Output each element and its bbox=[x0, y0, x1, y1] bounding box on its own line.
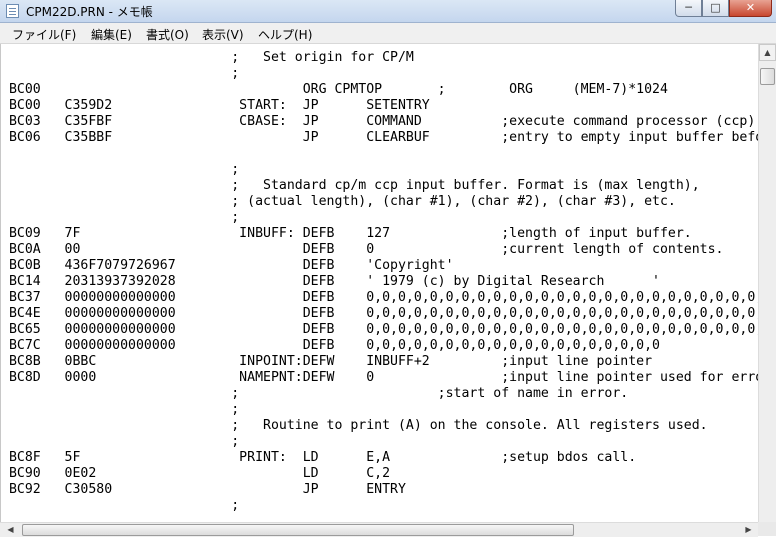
text-line: BC09 7F INBUFF: DEFB 127 ;length of inpu… bbox=[1, 226, 692, 241]
maximize-button[interactable]: □ bbox=[702, 0, 729, 17]
title-bar: CPM22D.PRN - メモ帳 ─ □ ✕ bbox=[0, 0, 776, 23]
text-line: BC14 20313937392028 DEFB ' 1979 (c) by D… bbox=[1, 274, 660, 289]
text-line: BC7C 00000000000000 DEFB 0,0,0,0,0,0,0,0… bbox=[1, 338, 660, 353]
text-line: BC92 C30580 JP ENTRY bbox=[1, 482, 406, 497]
text-line: ; bbox=[1, 498, 240, 513]
vertical-scrollbar[interactable]: ▲ bbox=[758, 44, 776, 522]
menu-bar: ファイル(F) 編集(E) 書式(O) 表示(V) ヘルプ(H) bbox=[0, 23, 776, 44]
text-line: BC8B 0BBC INPOINT:DEFW INBUFF+2 ;input l… bbox=[1, 354, 653, 369]
menu-help[interactable]: ヘルプ(H) bbox=[258, 26, 312, 43]
text-line: BC0A 00 DEFB 0 ;current length of conten… bbox=[1, 242, 724, 257]
text-line: BC03 C35FBF CBASE: JP COMMAND ;execute c… bbox=[1, 114, 758, 129]
text-line: ; Routine to print (A) on the console. A… bbox=[1, 418, 708, 433]
notepad-icon bbox=[6, 4, 19, 18]
text-line bbox=[1, 146, 758, 162]
text-line: ; (actual length), (char #1), (char #2),… bbox=[1, 194, 676, 209]
text-line: BC37 00000000000000 DEFB 0,0,0,0,0,0,0,0… bbox=[1, 290, 758, 305]
horizontal-scrollbar[interactable]: ◀ ▶ bbox=[0, 522, 758, 537]
window-title: CPM22D.PRN - メモ帳 bbox=[26, 5, 153, 19]
text-editor[interactable]: ; Set origin for CP/M ; BC00 ORG CPMTOP … bbox=[0, 44, 758, 522]
text-line: ; bbox=[1, 162, 240, 177]
text-line: ; Standard cp/m ccp input buffer. Format… bbox=[1, 178, 700, 193]
scroll-left-icon[interactable]: ◀ bbox=[2, 523, 19, 537]
text-line: ; bbox=[1, 434, 240, 449]
text-line: BC06 C35BBF JP CLEARBUF ;entry to empty … bbox=[1, 130, 758, 145]
scroll-up-icon[interactable]: ▲ bbox=[759, 44, 776, 61]
text-line: BC65 00000000000000 DEFB 0,0,0,0,0,0,0,0… bbox=[1, 322, 758, 337]
text-line: ; Set origin for CP/M bbox=[1, 50, 414, 65]
text-line: BC8D 0000 NAMEPNT:DEFW 0 ;input line poi… bbox=[1, 370, 758, 385]
text-line: BC4E 00000000000000 DEFB 0,0,0,0,0,0,0,0… bbox=[1, 306, 758, 321]
minimize-button[interactable]: ─ bbox=[675, 0, 702, 17]
vertical-scroll-thumb[interactable] bbox=[760, 68, 775, 85]
document-text: ; Set origin for CP/M ; BC00 ORG CPMTOP … bbox=[1, 50, 758, 514]
text-line: BC90 0E02 LD C,2 bbox=[1, 466, 391, 481]
menu-format[interactable]: 書式(O) bbox=[146, 26, 189, 43]
text-line: BC0B 436F7079726967 DEFB 'Copyright' bbox=[1, 258, 454, 273]
scroll-right-icon[interactable]: ▶ bbox=[740, 523, 757, 537]
scrollbar-corner bbox=[758, 522, 776, 536]
text-line: BC00 C359D2 START: JP SETENTRY bbox=[1, 98, 430, 113]
menu-edit[interactable]: 編集(E) bbox=[91, 26, 132, 43]
text-line: ; bbox=[1, 66, 240, 81]
text-line: BC8F 5F PRINT: LD E,A ;setup bdos call. bbox=[1, 450, 637, 465]
menu-view[interactable]: 表示(V) bbox=[202, 26, 244, 43]
menu-file[interactable]: ファイル(F) bbox=[12, 26, 76, 43]
text-line: ; bbox=[1, 402, 240, 417]
text-line: ; ;start of name in error. bbox=[1, 386, 629, 401]
horizontal-scroll-thumb[interactable] bbox=[22, 524, 574, 536]
text-line: BC00 ORG CPMTOP ; ORG (MEM-7)*1024 bbox=[1, 82, 668, 97]
close-button[interactable]: ✕ bbox=[729, 0, 772, 17]
text-line: ; bbox=[1, 210, 240, 225]
